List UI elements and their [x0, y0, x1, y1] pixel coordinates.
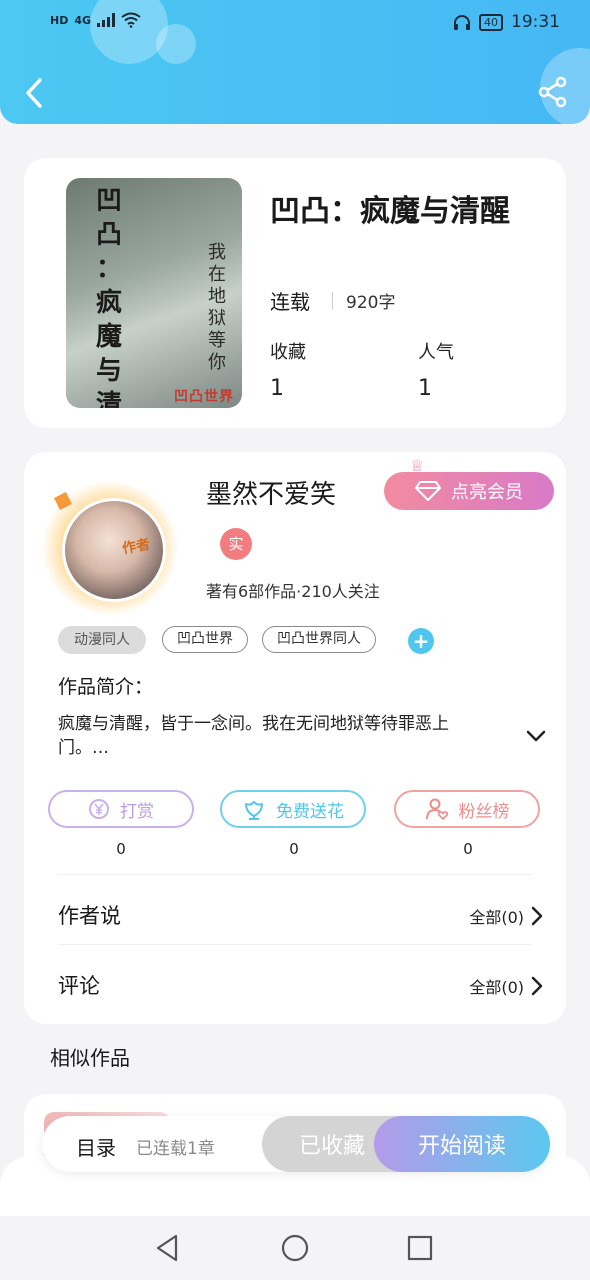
user-heart-icon: [425, 798, 448, 821]
start-reading-button[interactable]: 开始阅读: [374, 1116, 550, 1172]
header-bar: HD 4G 40 19:31: [0, 0, 590, 124]
yen-coin-icon: [89, 799, 109, 819]
bottom-action-bar: 目录 已连载1章 已收藏 开始阅读: [42, 1116, 550, 1172]
cover-subtitle-char: 狱: [208, 308, 226, 329]
cover-title-char: 清: [96, 390, 123, 408]
cover-subtitle-char: 等: [208, 330, 226, 351]
back-arrow-icon[interactable]: [20, 76, 50, 110]
cover-series-text: 凹凸世界: [174, 389, 234, 405]
verified-badge: 实: [220, 528, 252, 560]
author-says-label: 作者说: [58, 904, 121, 928]
comments-label: 评论: [58, 974, 100, 998]
chapter-count: 已连载1章: [136, 1139, 215, 1159]
comments-all-label: 全部(0): [469, 978, 524, 997]
cover-title-char: 魔: [96, 322, 123, 352]
favorites-value: 1: [270, 376, 284, 401]
send-flower-button[interactable]: 免费送花: [220, 790, 366, 828]
system-nav-bar: [0, 1216, 590, 1280]
author-name[interactable]: 墨然不爱笑: [206, 474, 336, 511]
intro-text: 疯魔与清醒，皆于一念间。我在无间地狱等待罪恶上门。…: [58, 714, 449, 758]
vip-button-label: 点亮会员: [451, 482, 523, 503]
reward-label: 打赏: [120, 801, 154, 822]
cover-title-char: 凸: [96, 220, 123, 250]
tag-chip[interactable]: 动漫同人: [58, 626, 146, 654]
cover-subtitle-char: 地: [208, 286, 226, 307]
nav-home-icon[interactable]: [277, 1230, 313, 1266]
cover-title-char: 疯: [96, 288, 123, 318]
cover-subtitle-char: 我: [208, 242, 226, 263]
clock: 19:31: [511, 12, 560, 32]
cover-subtitle-char: 你: [208, 352, 226, 373]
intro-label: 作品简介：: [58, 676, 154, 698]
flower-count: 0: [289, 840, 299, 858]
popularity-label: 人气: [418, 342, 454, 363]
divider: [332, 292, 333, 310]
author-card: 作者 墨然不爱笑 ♕ 点亮会员 实 著有6部作品·210人关注 动漫同人 凹凸世…: [24, 452, 566, 1024]
tag-chip[interactable]: 凹凸世界: [162, 626, 248, 653]
popularity-value: 1: [418, 376, 432, 401]
book-info-card: 凹 凸 ： 疯 魔 与 清 醒 我 在 地 狱 等 你 凹凸世界 凹凸：疯魔与清…: [24, 158, 566, 428]
reward-button[interactable]: 打赏: [48, 790, 194, 828]
tag-chip[interactable]: 凹凸世界同人: [262, 626, 376, 653]
chevron-down-icon[interactable]: [524, 724, 548, 748]
cover-title-char: 凹: [96, 186, 123, 216]
fan-count: 0: [463, 840, 473, 858]
cover-title: 凹 凸 ： 疯 魔 与 清 醒: [96, 184, 122, 408]
chevron-right-icon: [531, 906, 543, 926]
table-of-contents-button[interactable]: 目录: [76, 1132, 116, 1161]
wifi-icon: [121, 12, 141, 28]
hd-indicator: HD: [50, 13, 69, 27]
comments-all-link[interactable]: 全部(0): [469, 974, 544, 998]
headphones-icon: [454, 15, 470, 30]
author-avatar[interactable]: 作者: [42, 482, 178, 614]
similar-works-title: 相似作品: [50, 1046, 130, 1070]
book-cover[interactable]: 凹 凸 ： 疯 魔 与 清 醒 我 在 地 狱 等 你 凹凸世界: [66, 178, 242, 408]
status-bar: HD 4G 40 19:31: [50, 10, 560, 36]
author-stats: 著有6部作品·210人关注: [206, 582, 380, 601]
fan-ranking-button[interactable]: 粉丝榜: [394, 790, 540, 828]
chevron-right-icon: [531, 976, 543, 996]
cover-subtitle: 我 在 地 狱 等 你: [208, 242, 228, 374]
nav-back-icon[interactable]: [150, 1230, 186, 1266]
signal-icon: [97, 13, 116, 27]
divider: [58, 874, 532, 875]
flower-icon: [245, 801, 263, 820]
battery-indicator: 40: [479, 13, 503, 31]
pen-frame-icon: [54, 492, 72, 510]
nav-recents-icon[interactable]: [402, 1230, 438, 1266]
network-indicator: 4G: [74, 13, 92, 27]
author-says-all-link[interactable]: 全部(0): [469, 904, 544, 928]
cover-title-char: ：: [96, 254, 123, 284]
serial-status: 连载: [270, 290, 310, 314]
favorites-label: 收藏: [270, 342, 306, 363]
diamond-icon: [415, 481, 441, 501]
cover-subtitle-char: 在: [208, 264, 226, 285]
divider: [58, 944, 532, 945]
book-title: 凹凸：疯魔与清醒: [270, 194, 510, 229]
vip-button[interactable]: 点亮会员: [384, 472, 554, 510]
author-says-all-label: 全部(0): [469, 908, 524, 927]
word-count: 920字: [346, 293, 396, 313]
send-flower-label: 免费送花: [276, 801, 344, 822]
cover-title-char: 与: [96, 356, 123, 386]
add-tag-button[interactable]: +: [408, 628, 434, 654]
fan-ranking-label: 粉丝榜: [458, 801, 510, 822]
share-icon[interactable]: [538, 76, 568, 108]
reward-count: 0: [116, 840, 126, 858]
